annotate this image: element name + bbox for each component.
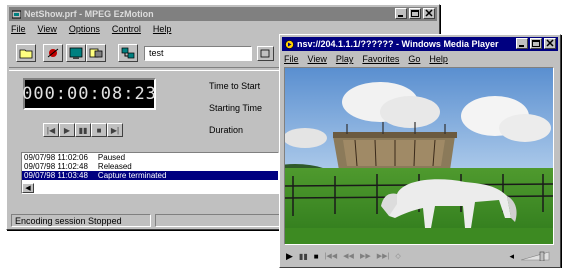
- video-frame-horse-image: [285, 68, 553, 244]
- video-area[interactable]: [284, 67, 554, 245]
- close-icon: [425, 9, 433, 17]
- log-scrollbar-left[interactable]: ◀: [22, 183, 34, 193]
- skip-back-button[interactable]: |◀◀: [325, 252, 338, 260]
- mediaplayer-controls: ▶ ▮▮ ■ |◀◀ ◀◀ ▶▶ ▶▶| ◇ ◂: [284, 248, 556, 264]
- volume-slider[interactable]: [520, 251, 550, 262]
- app-icon: [12, 10, 21, 18]
- menu-view[interactable]: View: [308, 54, 327, 64]
- menu-control[interactable]: Control: [112, 24, 141, 34]
- rewind-button[interactable]: |◀: [43, 123, 59, 137]
- preview-button[interactable]: ◇: [395, 252, 400, 260]
- log-row[interactable]: 09/07/98 11:02:06 Paused: [22, 153, 278, 162]
- log-time: 09/07/98 11:02:48: [24, 162, 88, 171]
- close-button[interactable]: [423, 8, 435, 19]
- log-row[interactable]: 09/07/98 11:02:48 Released: [22, 162, 278, 171]
- open-button[interactable]: [16, 44, 36, 62]
- play-icon: ▶: [63, 125, 71, 135]
- menu-go[interactable]: Go: [408, 54, 420, 64]
- network-button[interactable]: [118, 44, 138, 62]
- event-log[interactable]: 09/07/98 11:02:06 Paused 09/07/98 11:02:…: [21, 152, 279, 194]
- go-icon: [260, 49, 270, 58]
- maximize-button[interactable]: [409, 8, 421, 19]
- maximize-icon: [532, 40, 540, 47]
- netshow-titlebar[interactable]: NetShow.prf - MPEG EzMotion: [9, 7, 437, 21]
- maximize-icon: [411, 10, 419, 17]
- stop-button[interactable]: ■: [314, 252, 319, 261]
- target-input-value: test: [149, 48, 164, 58]
- starting-time-label: Starting Time: [209, 103, 263, 113]
- fast-forward-button[interactable]: ▶▶: [360, 252, 371, 260]
- log-time: 09/07/98 11:02:06: [24, 153, 88, 162]
- log-row-selected[interactable]: 09/07/98 11:03:48 Capture terminated: [22, 171, 278, 180]
- netshow-menubar: File View Options Control Help: [11, 24, 171, 34]
- pause-button[interactable]: ▮▮: [75, 123, 91, 137]
- mediaplayer-title: nsv://204.1.1.1/?????? - Windows Media P…: [297, 39, 499, 49]
- menu-view[interactable]: View: [38, 24, 57, 34]
- menu-file[interactable]: File: [11, 24, 26, 34]
- menu-play[interactable]: Play: [336, 54, 354, 64]
- log-event: Capture terminated: [97, 171, 167, 180]
- next-icon: ▶|: [110, 125, 120, 135]
- rewind-icon: |◀: [46, 125, 56, 135]
- menu-help[interactable]: Help: [153, 24, 172, 34]
- target-input[interactable]: test: [144, 46, 252, 61]
- close-button[interactable]: [544, 38, 556, 49]
- open-icon: [19, 49, 33, 59]
- mediaplayer-menubar: File View Play Favorites Go Help: [284, 54, 448, 64]
- duration-label: Duration: [209, 125, 244, 135]
- monitor-button[interactable]: [66, 44, 86, 62]
- mediaplayer-window: nsv://204.1.1.1/?????? - Windows Media P…: [279, 34, 561, 268]
- netshow-window-controls: [395, 8, 435, 19]
- menu-help[interactable]: Help: [429, 54, 448, 64]
- status-progress: [155, 214, 281, 227]
- next-button[interactable]: ▶|: [107, 123, 123, 137]
- minimize-icon: [398, 15, 403, 17]
- rewind-button[interactable]: ◀◀: [343, 252, 354, 260]
- minimize-button[interactable]: [516, 38, 528, 49]
- status-bar: Encoding session Stopped: [11, 214, 151, 227]
- volume-slider-track: [520, 251, 550, 262]
- record-icon: [47, 48, 59, 58]
- skip-forward-button[interactable]: ▶▶|: [377, 252, 390, 260]
- mediaplayer-titlebar[interactable]: nsv://204.1.1.1/?????? - Windows Media P…: [282, 37, 558, 51]
- log-event: Paused: [97, 153, 126, 162]
- settings-icon: [89, 48, 103, 58]
- netshow-title: NetShow.prf - MPEG EzMotion: [24, 9, 154, 19]
- settings-button[interactable]: [86, 44, 106, 62]
- monitor-icon: [69, 47, 83, 59]
- transport-controls: |◀ ▶ ▮▮ ■ ▶|: [43, 123, 123, 137]
- log-event: Released: [97, 162, 132, 171]
- play-button[interactable]: ▶: [59, 123, 75, 137]
- pause-button[interactable]: ▮▮: [299, 252, 308, 261]
- network-icon: [121, 47, 135, 59]
- menu-file[interactable]: File: [284, 54, 299, 64]
- stop-button[interactable]: ■: [91, 123, 107, 137]
- time-to-start-label: Time to Start: [209, 81, 261, 91]
- mediaplayer-window-controls: [516, 38, 556, 49]
- menu-favorites[interactable]: Favorites: [362, 54, 399, 64]
- maximize-button[interactable]: [530, 38, 542, 49]
- play-button[interactable]: ▶: [286, 251, 293, 262]
- log-time: 09/07/98 11:03:48: [24, 171, 88, 180]
- volume-icon[interactable]: ◂: [509, 251, 514, 262]
- pause-icon: ▮▮: [78, 125, 88, 135]
- stop-icon: ■: [96, 125, 102, 135]
- go-button[interactable]: [257, 46, 274, 61]
- elapsed-timer: 000:00:08:23: [22, 78, 156, 110]
- menu-options[interactable]: Options: [69, 24, 100, 34]
- minimize-button[interactable]: [395, 8, 407, 19]
- record-button[interactable]: [43, 44, 63, 62]
- minimize-icon: [519, 45, 524, 47]
- mediaplayer-icon: [285, 39, 294, 49]
- close-icon: [546, 39, 554, 47]
